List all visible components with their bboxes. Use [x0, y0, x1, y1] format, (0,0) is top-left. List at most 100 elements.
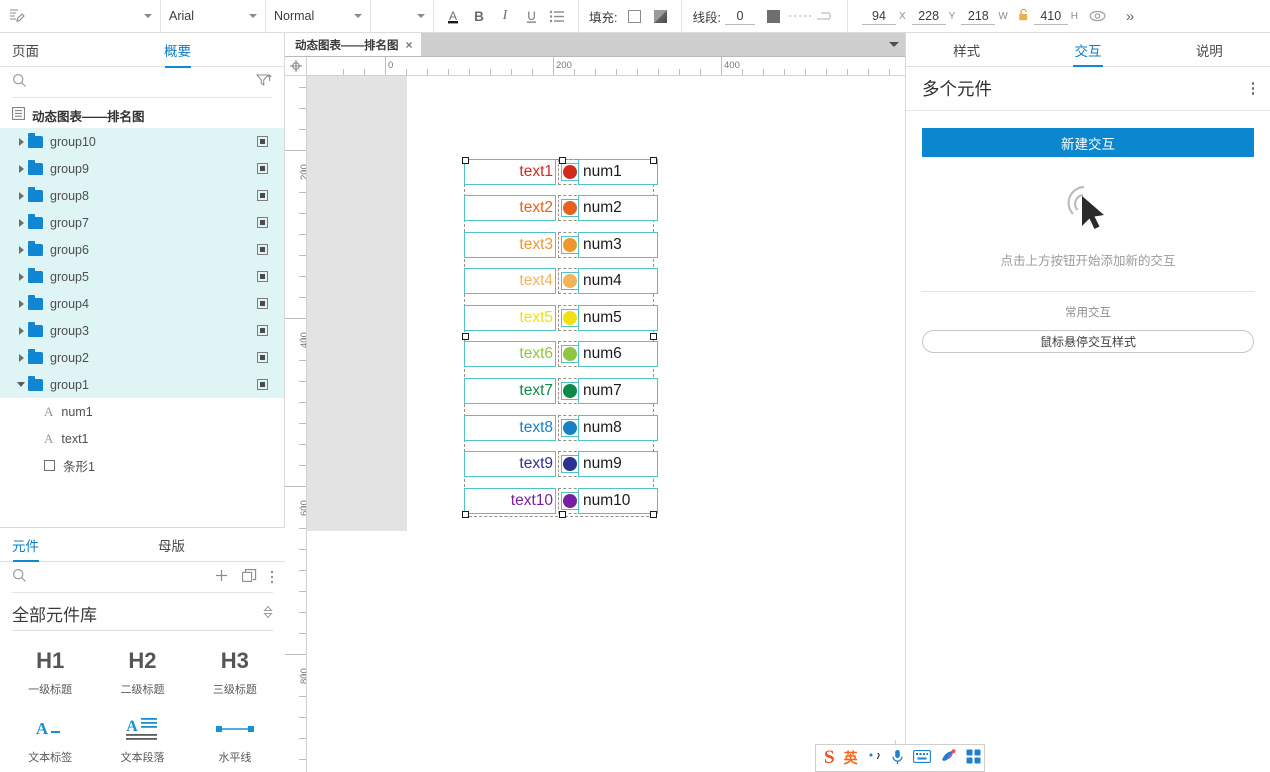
canvas-row-3[interactable]: text3 num3	[464, 232, 658, 258]
tree-item-group6[interactable]: group6	[0, 236, 284, 263]
chevron-down-icon[interactable]	[14, 382, 28, 387]
bold-icon[interactable]: B	[466, 0, 492, 33]
text-box[interactable]: text7	[464, 378, 556, 404]
visibility-toggle[interactable]	[257, 271, 268, 282]
tab-notes[interactable]: 说明	[1149, 33, 1270, 66]
library-item-horizontal-line[interactable]: 水平线	[189, 709, 281, 772]
visibility-toggle[interactable]	[257, 136, 268, 147]
fill-gradient-swatch[interactable]	[647, 0, 673, 33]
visibility-toggle[interactable]	[257, 379, 268, 390]
keyboard-icon[interactable]	[912, 750, 931, 766]
library-item-text-paragraph[interactable]: A 文本段落	[96, 709, 188, 772]
resize-handle-se[interactable]	[650, 511, 657, 518]
punctuation-icon[interactable]	[867, 750, 882, 767]
tree-item-group3[interactable]: group3	[0, 317, 284, 344]
visibility-toggle[interactable]	[257, 352, 268, 363]
close-icon[interactable]: ×	[406, 38, 413, 52]
visibility-toggle[interactable]	[257, 163, 268, 174]
text-box[interactable]: text5	[464, 305, 556, 331]
num-box[interactable]: num3	[578, 232, 658, 258]
text-box[interactable]: text4	[464, 268, 556, 294]
num-box[interactable]: num10	[578, 488, 658, 514]
tree-item-group2[interactable]: group2	[0, 344, 284, 371]
resize-handle-ne[interactable]	[650, 157, 657, 164]
resize-handle-w[interactable]	[462, 333, 469, 340]
tab-pages[interactable]: 页面	[0, 33, 52, 66]
fill-color-swatch[interactable]	[621, 0, 647, 33]
visibility-icon[interactable]	[1084, 0, 1110, 33]
tab-outline[interactable]: 概要	[164, 33, 191, 67]
canvas-row-5[interactable]: text5 num5	[464, 305, 658, 331]
tree-item-group10[interactable]: group10	[0, 128, 284, 155]
visibility-toggle[interactable]	[257, 217, 268, 228]
chevron-double-right-icon[interactable]: »	[1116, 0, 1142, 33]
tree-child-num1[interactable]: A num1	[0, 398, 284, 425]
tab-masters[interactable]: 母版	[158, 528, 185, 562]
w-input[interactable]	[961, 7, 996, 25]
x-input[interactable]	[861, 7, 896, 25]
bullet-list-icon[interactable]	[544, 0, 570, 33]
num-box[interactable]: num4	[578, 268, 658, 294]
font-weight-combo[interactable]: Normal	[266, 0, 370, 33]
unlock-icon[interactable]	[1018, 8, 1030, 25]
font-size-combo[interactable]	[371, 0, 433, 33]
chevron-right-icon[interactable]	[14, 164, 28, 173]
text-box[interactable]: text6	[464, 341, 556, 367]
font-family-combo[interactable]: Arial	[161, 0, 265, 33]
plus-icon[interactable]	[215, 569, 228, 585]
hover-style-action-button[interactable]: 鼠标悬停交互样式	[922, 330, 1254, 353]
resize-handle-n[interactable]	[559, 157, 566, 164]
num-box[interactable]: num1	[578, 159, 658, 185]
horizontal-ruler[interactable]: 0 200 400	[307, 57, 905, 76]
tab-style[interactable]: 样式	[906, 33, 1027, 66]
ime-mode-toggle[interactable]: 英	[844, 748, 858, 768]
line-dash-style-icon[interactable]	[787, 0, 813, 33]
duplicate-icon[interactable]	[241, 568, 257, 586]
visibility-toggle[interactable]	[257, 244, 268, 255]
tree-child-bar1[interactable]: 条形1	[0, 452, 284, 479]
tabbar-chevron-down-icon[interactable]	[889, 42, 899, 47]
resize-handle-nw[interactable]	[462, 157, 469, 164]
text-box[interactable]: text9	[464, 451, 556, 477]
tab-widgets[interactable]: 元件	[0, 528, 52, 561]
text-box[interactable]: text1	[464, 159, 556, 185]
chevron-right-icon[interactable]	[14, 299, 28, 308]
visibility-toggle[interactable]	[257, 190, 268, 201]
skin-icon[interactable]	[940, 749, 957, 767]
search-icon[interactable]	[12, 73, 27, 91]
tree-item-group8[interactable]: group8	[0, 182, 284, 209]
line-width-input[interactable]	[724, 7, 755, 25]
chevron-right-icon[interactable]	[14, 326, 28, 335]
vertical-ruler[interactable]: 200 400 600 800	[285, 76, 307, 772]
canvas-surface[interactable]: text1 num1 text2 num2 text3 num3 text4 n…	[307, 76, 905, 772]
y-input[interactable]	[911, 7, 946, 25]
italic-icon[interactable]: I	[492, 0, 518, 33]
tree-item-group9[interactable]: group9	[0, 155, 284, 182]
style-combo[interactable]	[0, 0, 160, 33]
kebab-icon[interactable]	[270, 570, 273, 584]
font-color-icon[interactable]: A	[440, 0, 466, 33]
library-selector[interactable]: 全部元件库	[12, 597, 273, 631]
h-input[interactable]	[1033, 7, 1068, 25]
text-box[interactable]: text2	[464, 195, 556, 221]
canvas-row-6[interactable]: text6 num6	[464, 341, 658, 367]
chevron-right-icon[interactable]	[14, 191, 28, 200]
search-icon[interactable]	[12, 568, 27, 586]
library-item-h1[interactable]: H1 一级标题	[4, 641, 96, 709]
line-arrow-style-icon[interactable]	[813, 0, 839, 33]
filter-icon[interactable]	[255, 73, 272, 91]
chevron-right-icon[interactable]	[14, 137, 28, 146]
tree-item-group5[interactable]: group5	[0, 263, 284, 290]
tab-interactions[interactable]: 交互	[1027, 33, 1148, 66]
num-box[interactable]: num2	[578, 195, 658, 221]
line-color-swatch[interactable]	[761, 0, 787, 33]
num-box[interactable]: num7	[578, 378, 658, 404]
text-box[interactable]: text8	[464, 415, 556, 441]
library-item-h3[interactable]: H3 三级标题	[189, 641, 281, 709]
num-box[interactable]: num5	[578, 305, 658, 331]
resize-handle-sw[interactable]	[462, 511, 469, 518]
visibility-toggle[interactable]	[257, 325, 268, 336]
canvas-row-9[interactable]: text9 num9	[464, 451, 658, 477]
ruler-origin-icon[interactable]	[285, 57, 307, 76]
text-box[interactable]: text10	[464, 488, 556, 514]
